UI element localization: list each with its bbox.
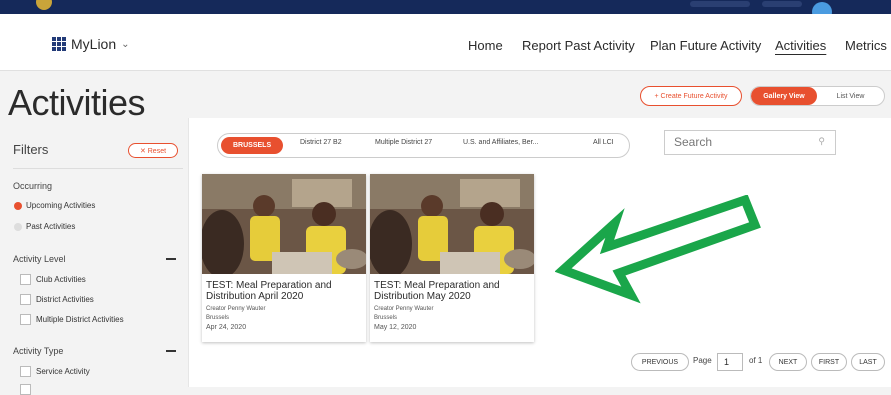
activity-card[interactable]: TEST: Meal Preparation and Distribution … xyxy=(370,174,534,342)
filter-label: Club Activities xyxy=(36,275,86,284)
activity-title[interactable]: TEST: Meal Preparation and Distribution … xyxy=(374,280,530,302)
lions-logo-icon[interactable] xyxy=(36,0,52,10)
activity-location: Brussels xyxy=(206,315,230,321)
checkbox-icon xyxy=(20,366,31,377)
tab-district-27-b2[interactable]: District 27 B2 xyxy=(300,139,342,146)
activity-creator: Creator Penny Wauter xyxy=(206,306,266,312)
filter-district-activities[interactable]: District Activities xyxy=(20,294,94,305)
filter-multiple-district-activities[interactable]: Multiple District Activities xyxy=(20,314,124,325)
brand-label: MyLion xyxy=(71,36,117,52)
page-label: Page xyxy=(693,356,712,365)
filter-upcoming-activities[interactable]: Upcoming Activities xyxy=(14,201,95,210)
activity-photo xyxy=(202,174,366,274)
list-view-button[interactable]: List View xyxy=(817,87,884,105)
scope-tabs: BRUSSELS District 27 B2 Multiple Distric… xyxy=(217,133,630,158)
activity-location: Brussels xyxy=(374,315,398,321)
nav-home[interactable]: Home xyxy=(468,38,503,53)
tab-brussels[interactable]: BRUSSELS xyxy=(221,137,284,154)
radio-unselected-icon xyxy=(14,222,22,231)
next-page-button[interactable]: NEXT xyxy=(769,353,807,371)
activity-type-title: Activity Type xyxy=(13,346,64,356)
search-icon[interactable]: ⚲ xyxy=(818,136,825,147)
tab-multiple-district-27[interactable]: Multiple District 27 xyxy=(375,139,432,146)
checkbox-icon xyxy=(20,314,31,325)
filter-club-activities[interactable]: Club Activities xyxy=(20,274,86,285)
filters-title: Filters xyxy=(13,142,49,157)
tab-us-and-affiliates[interactable]: U.S. and Affiliates, Ber... xyxy=(463,139,538,146)
page-of-label: of 1 xyxy=(749,356,763,365)
filter-next-option[interactable] xyxy=(20,384,31,395)
search-placeholder: Search xyxy=(674,135,713,149)
checkbox-icon xyxy=(20,384,31,395)
filter-label: Multiple District Activities xyxy=(36,315,124,324)
search-input[interactable]: Search ⚲ xyxy=(664,130,836,155)
first-page-button[interactable]: FIRST xyxy=(811,353,847,371)
filter-past-activities[interactable]: Past Activities xyxy=(14,222,75,231)
checkbox-icon xyxy=(20,294,31,305)
top-band-text xyxy=(690,1,750,7)
activity-creator: Creator Penny Wauter xyxy=(374,306,434,312)
page-number-input[interactable]: 1 xyxy=(717,353,743,371)
filters-sidebar: Filters ✕ Reset Occurring Upcoming Activ… xyxy=(0,126,188,395)
green-arrow-annotation xyxy=(555,195,761,304)
nav-activities[interactable]: Activities xyxy=(775,38,826,53)
filter-label: Upcoming Activities xyxy=(26,201,96,210)
page-title: Activities xyxy=(8,82,146,123)
top-band xyxy=(0,0,891,22)
collapse-icon[interactable] xyxy=(166,350,176,352)
occurring-title: Occurring xyxy=(13,181,53,191)
checkbox-icon xyxy=(20,274,31,285)
collapse-icon[interactable] xyxy=(166,258,176,260)
activity-card[interactable]: TEST: Meal Preparation and Distribution … xyxy=(202,174,366,342)
app-switcher[interactable]: MyLion ⌄ xyxy=(52,36,130,52)
gallery-panel: BRUSSELS District 27 B2 Multiple Distric… xyxy=(188,118,891,387)
app-grid-icon xyxy=(52,37,66,51)
radio-selected-icon xyxy=(14,201,22,210)
filter-label: District Activities xyxy=(36,295,94,304)
nav-metrics[interactable]: Metrics xyxy=(845,38,887,53)
filter-label: Past Activities xyxy=(26,222,76,231)
create-future-activity-button[interactable]: + Create Future Activity xyxy=(640,86,742,106)
nav-report-past-activity[interactable]: Report Past Activity xyxy=(522,38,635,53)
view-toggle: Gallery View List View xyxy=(750,86,885,106)
filter-label: Service Activity xyxy=(36,367,90,376)
navbar: MyLion ⌄ Home Report Past Activity Plan … xyxy=(0,14,891,71)
tab-all-lci[interactable]: All LCI xyxy=(593,139,614,146)
top-band-text-2 xyxy=(762,1,802,7)
activity-title[interactable]: TEST: Meal Preparation and Distribution … xyxy=(206,280,362,302)
last-page-button[interactable]: LAST xyxy=(851,353,885,371)
chevron-down-icon: ⌄ xyxy=(121,38,130,50)
previous-page-button[interactable]: PREVIOUS xyxy=(631,353,689,371)
gallery-view-button[interactable]: Gallery View xyxy=(751,87,817,105)
divider xyxy=(13,168,183,169)
reset-filters-button[interactable]: ✕ Reset xyxy=(128,143,178,158)
nav-plan-future-activity[interactable]: Plan Future Activity xyxy=(650,38,761,53)
activity-date: May 12, 2020 xyxy=(374,324,417,331)
activity-date: Apr 24, 2020 xyxy=(206,324,247,331)
activity-level-title: Activity Level xyxy=(13,254,66,264)
activity-photo xyxy=(370,174,534,274)
filter-service-activity[interactable]: Service Activity xyxy=(20,366,90,377)
